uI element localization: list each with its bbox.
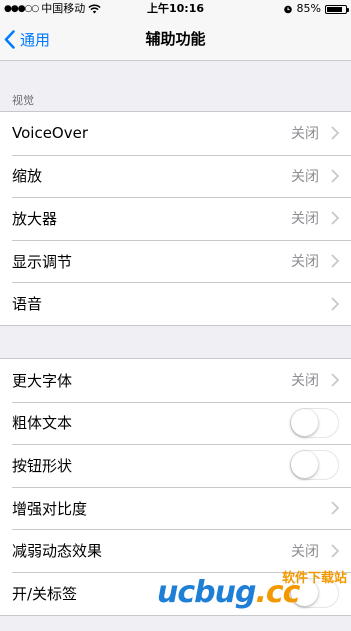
row-label: 显示调节 xyxy=(12,252,73,271)
row-label: 语音 xyxy=(12,295,43,314)
vision-group: VoiceOver 关闭 缩放 关闭 放大器 关闭 显示调节 关闭 语音 xyxy=(0,111,351,326)
row-label: 放大器 xyxy=(12,209,58,228)
row-value: 关闭 xyxy=(291,373,319,390)
battery-icon xyxy=(325,4,349,14)
row-value: 关闭 xyxy=(291,126,319,143)
row-display-accommodations[interactable]: 显示调节 关闭 xyxy=(0,239,351,283)
row-voiceover[interactable]: VoiceOver 关闭 xyxy=(0,112,351,155)
row-increase-contrast[interactable]: 增强对比度 xyxy=(0,486,351,530)
row-on-off-labels: 开/关标签 xyxy=(0,571,351,615)
chevron-right-icon xyxy=(331,501,339,515)
row-speech[interactable]: 语音 xyxy=(0,282,351,325)
text-group: 更大字体 关闭 粗体文本 按钮形状 增强对比度 减弱动态效果 关闭 开/关标签 xyxy=(0,358,351,616)
section-header-vision: 视觉 xyxy=(12,94,34,107)
row-label: 按钮形状 xyxy=(12,456,73,475)
row-reduce-motion[interactable]: 减弱动态效果 关闭 xyxy=(0,529,351,572)
chevron-right-icon xyxy=(331,126,339,140)
status-bar: ●●●○○ 中国移动 上午10:16 85% xyxy=(0,0,351,18)
row-value: 关闭 xyxy=(291,211,319,228)
row-label: 缩放 xyxy=(12,167,43,186)
row-zoom[interactable]: 缩放 关闭 xyxy=(0,154,351,198)
row-label: 减弱动态效果 xyxy=(12,542,103,561)
row-bold-text: 粗体文本 xyxy=(0,401,351,445)
row-button-shapes: 按钮形状 xyxy=(0,444,351,487)
status-right: 85% xyxy=(283,0,349,18)
chevron-right-icon xyxy=(331,544,339,558)
on-off-labels-toggle[interactable] xyxy=(290,578,339,609)
button-shapes-toggle[interactable] xyxy=(290,450,339,481)
row-label: VoiceOver xyxy=(12,124,88,143)
bold-text-toggle[interactable] xyxy=(290,407,339,438)
row-value: 关闭 xyxy=(291,254,319,271)
page-title: 辅助功能 xyxy=(145,30,206,48)
toggle-knob xyxy=(291,579,318,607)
row-label: 增强对比度 xyxy=(12,499,88,518)
row-label: 更大字体 xyxy=(12,371,73,390)
row-value: 关闭 xyxy=(291,543,319,560)
navigation-bar: 通用 辅助功能 xyxy=(0,18,351,61)
row-magnifier[interactable]: 放大器 关闭 xyxy=(0,197,351,240)
chevron-right-icon xyxy=(331,297,339,311)
battery-percent: 85% xyxy=(296,2,321,15)
chevron-right-icon xyxy=(331,254,339,268)
row-label: 开/关标签 xyxy=(12,584,78,603)
row-larger-text[interactable]: 更大字体 关闭 xyxy=(0,359,351,402)
toggle-knob xyxy=(291,408,318,436)
chevron-right-icon xyxy=(331,169,339,183)
alarm-icon xyxy=(283,5,292,14)
chevron-right-icon xyxy=(331,373,339,387)
chevron-right-icon xyxy=(331,211,339,226)
row-label: 粗体文本 xyxy=(12,414,73,433)
battery-fill xyxy=(327,6,342,12)
toggle-knob xyxy=(291,451,318,479)
row-value: 关闭 xyxy=(291,168,319,185)
